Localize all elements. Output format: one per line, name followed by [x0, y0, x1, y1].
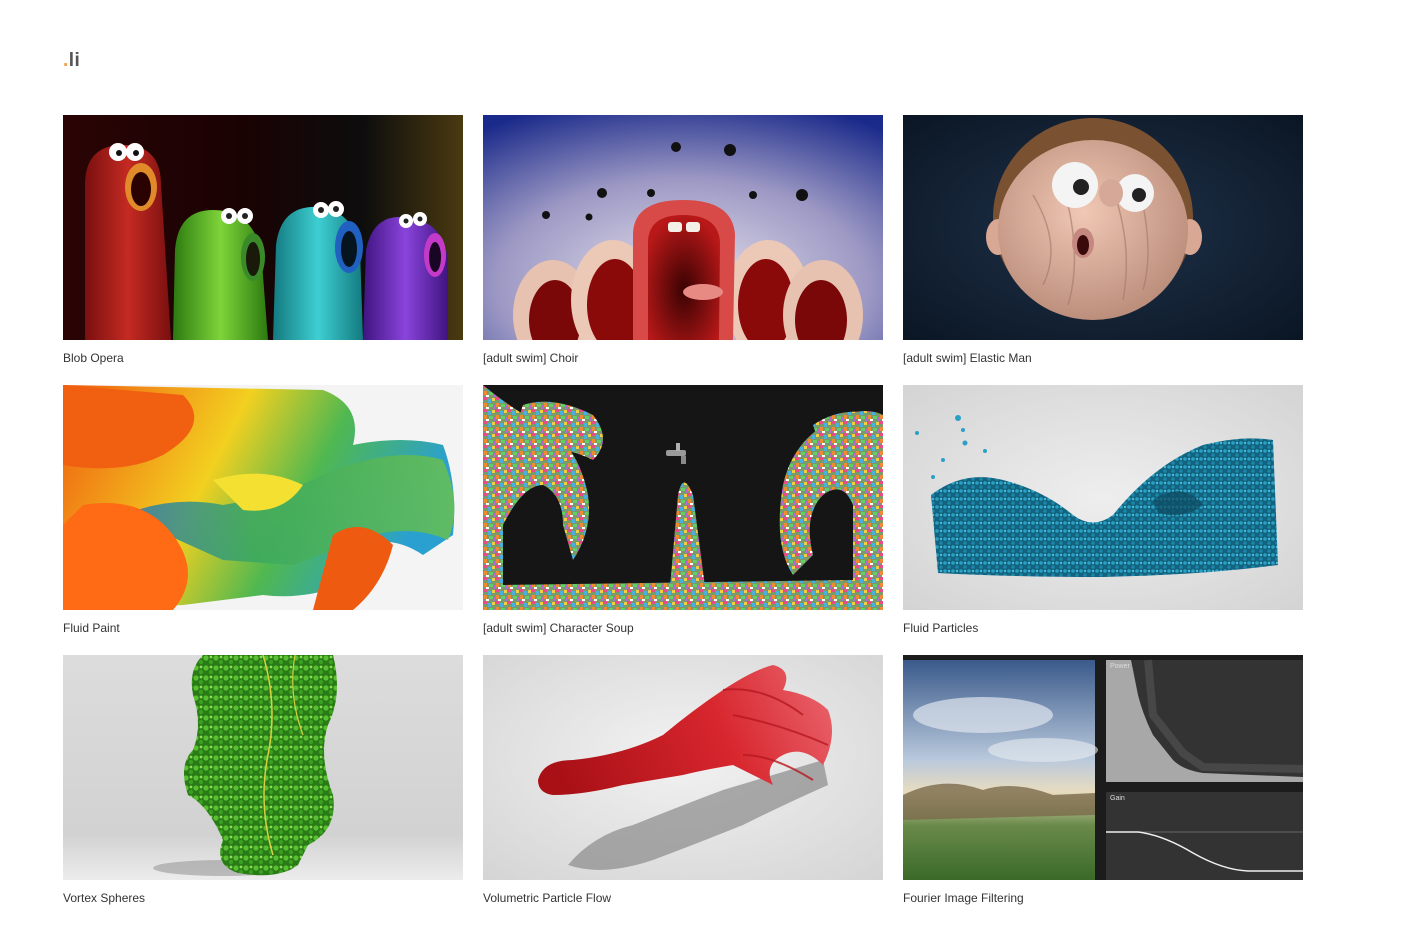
logo-text: li	[68, 50, 81, 71]
power-panel-label: Power	[1110, 663, 1130, 670]
project-thumbnail	[483, 655, 883, 880]
project-thumbnail	[63, 385, 463, 610]
project-title: Blob Opera	[63, 351, 124, 365]
project-thumbnail	[63, 115, 463, 340]
gain-panel-label: Gain	[1110, 795, 1125, 802]
site-logo[interactable]: .li	[63, 50, 80, 72]
project-card-elastic-man[interactable]: [adult swim] Elastic Man	[903, 115, 1303, 385]
project-thumbnail	[63, 655, 463, 880]
project-title: Fourier Image Filtering	[903, 891, 1024, 905]
project-thumbnail	[483, 385, 883, 610]
project-thumbnail	[483, 115, 883, 340]
project-card-fluid-particles[interactable]: Fluid Particles	[903, 385, 1303, 655]
project-card-fourier-image-filtering[interactable]: Power Gain Fourier Image Filtering	[903, 655, 1303, 925]
project-grid: Blob Opera [adult swim] Choir [adult swi…	[63, 115, 1303, 925]
project-thumbnail	[903, 115, 1303, 340]
project-title: [adult swim] Choir	[483, 351, 579, 365]
project-card-blob-opera[interactable]: Blob Opera	[63, 115, 463, 385]
project-title: [adult swim] Character Soup	[483, 621, 634, 635]
project-card-vortex-spheres[interactable]: Vortex Spheres	[63, 655, 463, 925]
project-card-character-soup[interactable]: [adult swim] Character Soup	[483, 385, 883, 655]
project-thumbnail: Power Gain	[903, 655, 1303, 880]
project-title: Fluid Paint	[63, 621, 120, 635]
project-thumbnail	[903, 385, 1303, 610]
project-card-fluid-paint[interactable]: Fluid Paint	[63, 385, 463, 655]
project-title: Vortex Spheres	[63, 891, 146, 905]
project-title: [adult swim] Elastic Man	[903, 351, 1032, 365]
project-card-volumetric-particle-flow[interactable]: Volumetric Particle Flow	[483, 655, 883, 925]
project-card-choir[interactable]: [adult swim] Choir	[483, 115, 883, 385]
project-title: Fluid Particles	[903, 621, 979, 635]
project-title: Volumetric Particle Flow	[483, 891, 612, 905]
